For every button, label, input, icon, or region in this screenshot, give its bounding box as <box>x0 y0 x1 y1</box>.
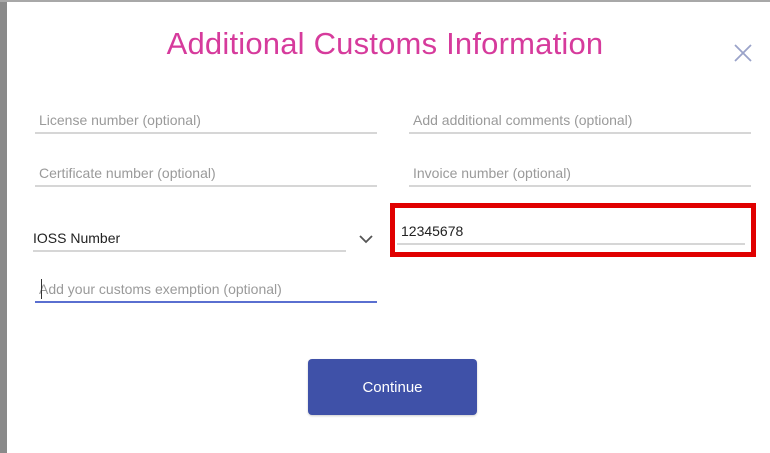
text-caret <box>41 279 42 299</box>
window-border-top <box>0 0 770 2</box>
customs-exemption-field[interactable] <box>35 277 377 303</box>
certificate-number-underline <box>35 185 377 187</box>
chevron-down-icon[interactable] <box>358 233 374 245</box>
license-number-field[interactable] <box>35 108 377 134</box>
close-button[interactable] <box>730 40 756 66</box>
dialog-title: Additional Customs Information <box>166 26 604 61</box>
certificate-number-field[interactable] <box>35 161 377 187</box>
license-number-input[interactable] <box>35 108 377 132</box>
customs-exemption-input[interactable] <box>35 277 377 301</box>
comments-field[interactable] <box>409 108 751 134</box>
id-type-underline <box>33 250 346 252</box>
id-type-select[interactable]: IOSS Number <box>33 224 378 252</box>
customs-exemption-underline <box>35 301 377 303</box>
invoice-number-field[interactable] <box>409 161 751 187</box>
ioss-number-underline <box>397 243 745 245</box>
continue-button[interactable]: Continue <box>308 359 477 415</box>
invoice-number-input[interactable] <box>409 161 751 185</box>
comments-input[interactable] <box>409 108 751 132</box>
comments-underline <box>409 132 751 134</box>
close-icon <box>734 44 752 62</box>
ioss-number-input[interactable] <box>397 219 745 243</box>
id-type-selected-value: IOSS Number <box>33 230 121 246</box>
certificate-number-input[interactable] <box>35 161 377 185</box>
ioss-number-field[interactable] <box>397 219 745 245</box>
license-number-underline <box>35 132 377 134</box>
window-border-left <box>0 0 7 453</box>
customs-dialog: Additional Customs Information IOSS Numb… <box>0 0 770 453</box>
invoice-number-underline <box>409 185 751 187</box>
